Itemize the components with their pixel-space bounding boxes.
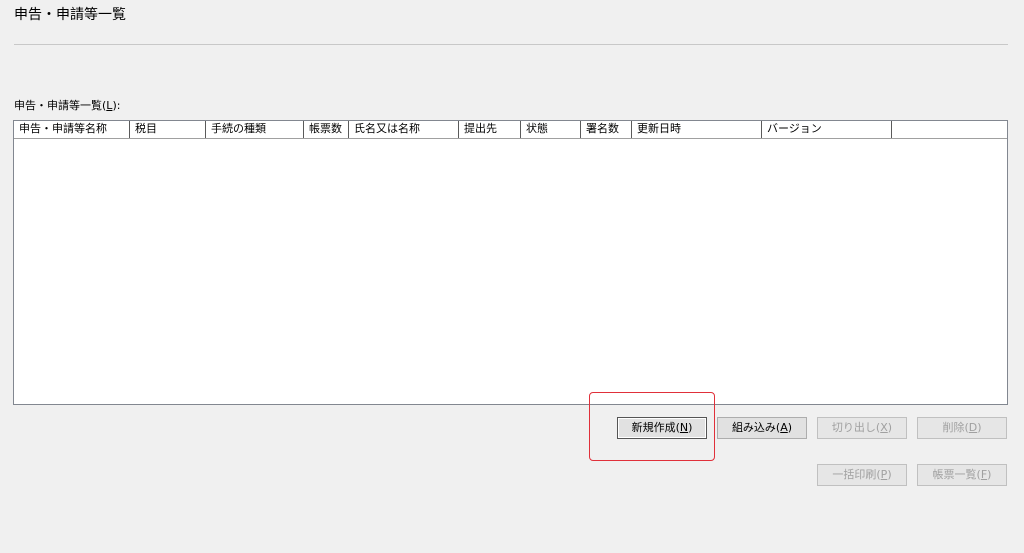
title-divider	[14, 44, 1008, 45]
batch-print-button[interactable]: 一括印刷(P)	[817, 464, 907, 486]
list-label-suffix: ):	[112, 99, 121, 112]
list-header-row: 申告・申請等名称 税目 手続の種類 帳票数 氏名又は名称 提出先 状態 署名数 …	[14, 121, 1007, 139]
form-list-button-suffix: )	[987, 468, 992, 481]
column-header-name[interactable]: 氏名又は名称	[349, 121, 459, 138]
import-button-label: 組み込み(	[731, 421, 781, 434]
form-list-button[interactable]: 帳票一覧(F)	[917, 464, 1007, 486]
delete-button-mnemonic: D	[968, 421, 978, 434]
batch-print-button-suffix: )	[887, 468, 892, 481]
delete-button-label: 削除(	[942, 421, 969, 434]
column-header-filler	[892, 121, 1007, 138]
application-window: 申告・申請等一覧 申告・申請等一覧(L): 申告・申請等名称 税目 手続の種類 …	[0, 0, 1024, 553]
form-list-button-label: 帳票一覧(	[932, 468, 981, 481]
column-header-submit-to[interactable]: 提出先	[459, 121, 521, 138]
delete-button-suffix: )	[977, 421, 982, 434]
export-button-suffix: )	[887, 421, 893, 434]
export-button-label: 切り出し(	[831, 421, 881, 434]
new-button[interactable]: 新規作成(N)	[617, 417, 707, 439]
column-header-application-name[interactable]: 申告・申請等名称	[14, 121, 130, 138]
column-header-status[interactable]: 状態	[521, 121, 581, 138]
application-list-view[interactable]: 申告・申請等名称 税目 手続の種類 帳票数 氏名又は名称 提出先 状態 署名数 …	[13, 120, 1008, 405]
delete-button[interactable]: 削除(D)	[917, 417, 1007, 439]
export-button-mnemonic: X	[880, 421, 888, 434]
new-button-mnemonic: N	[679, 421, 689, 434]
column-header-signature-count[interactable]: 署名数	[581, 121, 632, 138]
batch-print-button-label: 一括印刷(	[832, 468, 881, 481]
page-title: 申告・申請等一覧	[14, 7, 126, 23]
list-label-text: 申告・申請等一覧(	[14, 99, 107, 112]
export-button[interactable]: 切り出し(X)	[817, 417, 907, 439]
column-header-procedure-type[interactable]: 手続の種類	[206, 121, 304, 138]
column-header-tax-item[interactable]: 税目	[130, 121, 206, 138]
new-button-suffix: )	[688, 421, 693, 434]
import-button-mnemonic: A	[780, 421, 788, 434]
import-button[interactable]: 組み込み(A)	[717, 417, 807, 439]
list-label: 申告・申請等一覧(L):	[14, 99, 120, 113]
import-button-suffix: )	[787, 421, 793, 434]
column-header-updated-at[interactable]: 更新日時	[632, 121, 762, 138]
column-header-version[interactable]: バージョン	[762, 121, 892, 138]
new-button-label: 新規作成(	[631, 421, 680, 434]
column-header-form-count[interactable]: 帳票数	[304, 121, 349, 138]
